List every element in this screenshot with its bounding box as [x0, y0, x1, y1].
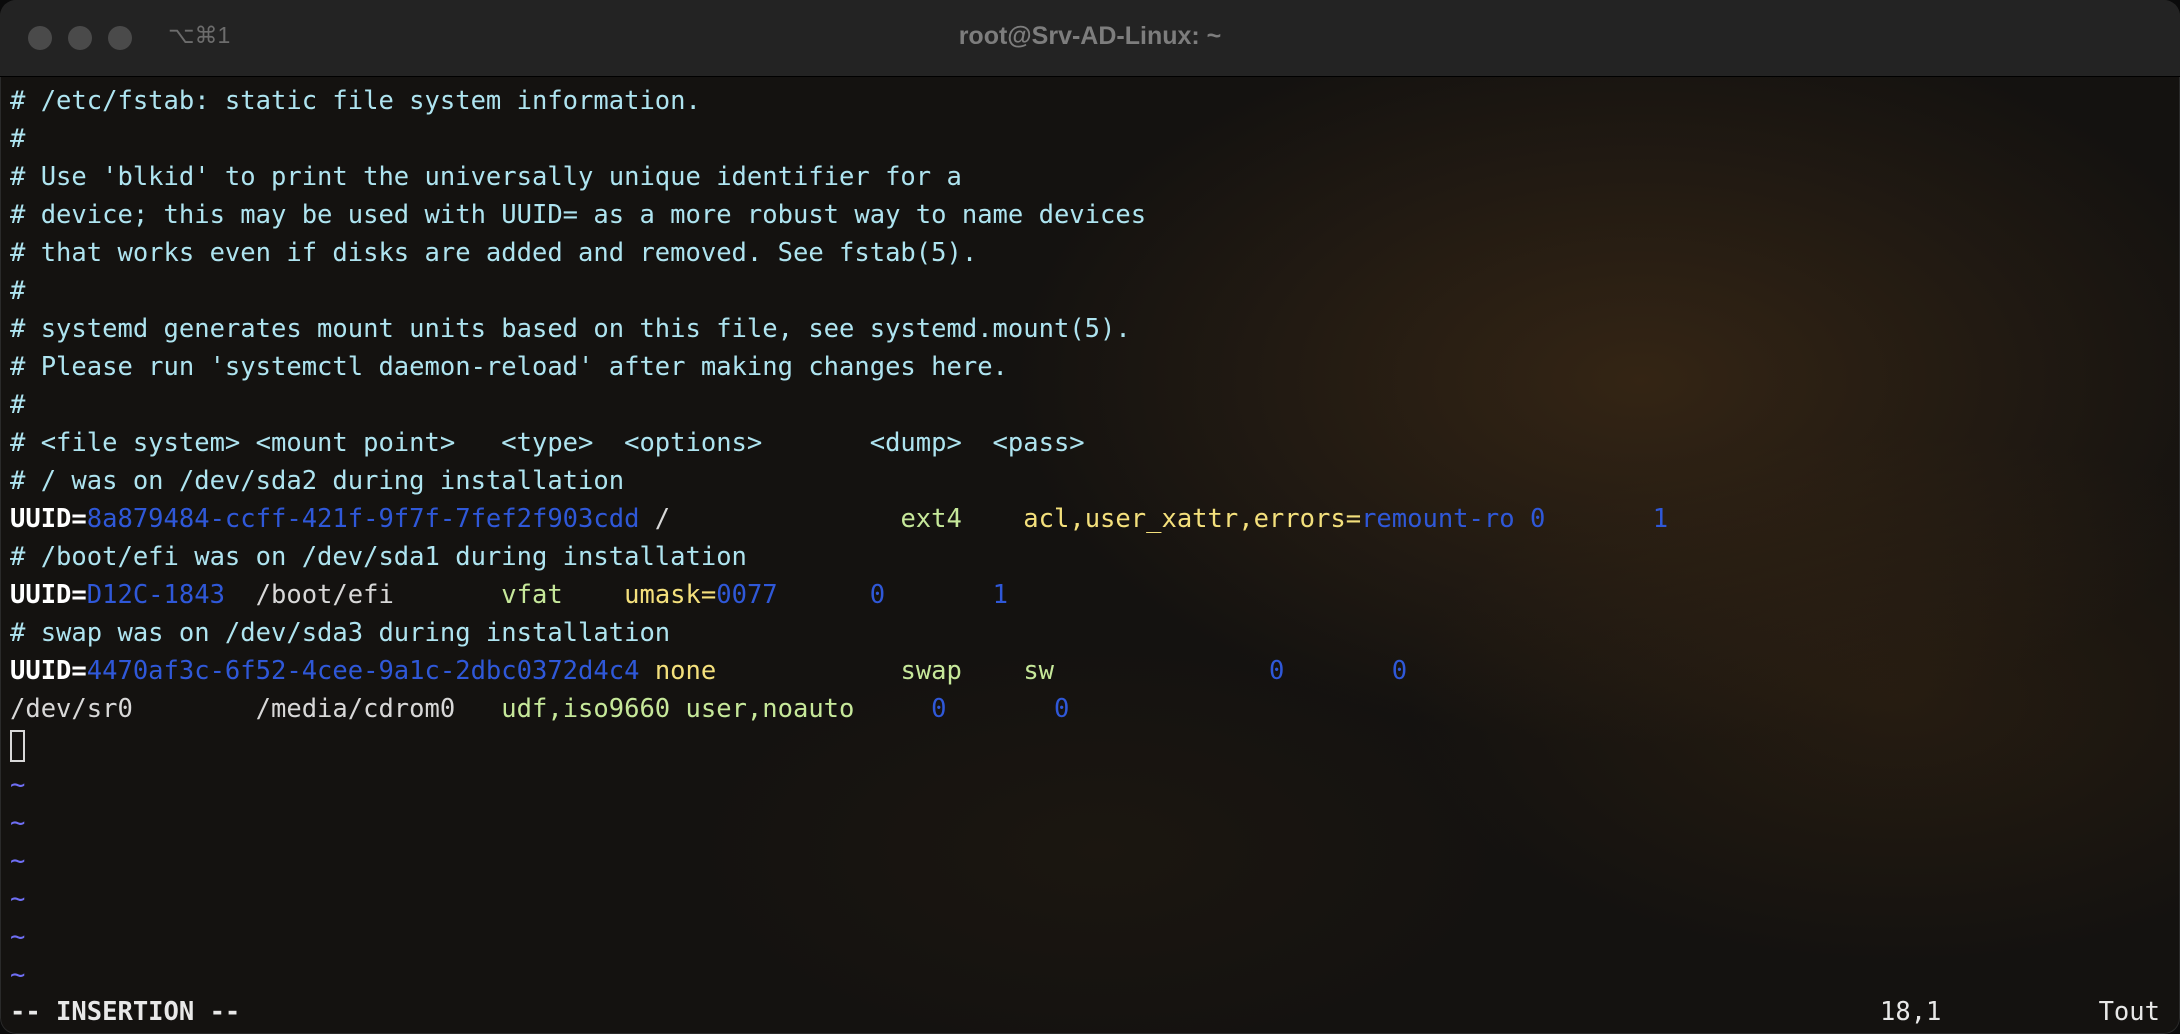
tilde-glyph: ~ — [10, 960, 26, 990]
title-bar: ⌥⌘1 root@Srv-AD-Linux: ~ — [0, 0, 2180, 77]
comment-line: # — [10, 120, 2180, 158]
syntax-token: UUID= — [10, 504, 87, 534]
syntax-token: ext4 — [900, 504, 962, 534]
comment-text: # — [10, 124, 26, 154]
tilde-glyph: ~ — [10, 922, 26, 952]
comment-line: # Please run 'systemctl daemon-reload' a… — [10, 348, 2180, 386]
comment-line: # Use 'blkid' to print the universally u… — [10, 158, 2180, 196]
comment-text: # device; this may be used with UUID= as… — [10, 200, 1147, 230]
syntax-token: 0077 0 1 — [716, 580, 1008, 610]
syntax-token: remount-ro 0 1 — [1361, 504, 1669, 534]
comment-line: # — [10, 386, 2180, 424]
comment-line: # — [10, 272, 2180, 310]
tilde-glyph: ~ — [10, 846, 26, 876]
mode-indicator: -- INSERTION -- — [10, 997, 241, 1027]
terminal-window: ⌥⌘1 root@Srv-AD-Linux: ~ # /etc/fstab: s… — [0, 0, 2180, 1034]
syntax-token — [962, 656, 1023, 686]
syntax-token — [962, 504, 1023, 534]
syntax-token: /dev/sr0 /media/cdrom0 — [10, 694, 502, 724]
comment-line: # /etc/fstab: static file system informa… — [10, 82, 2180, 120]
syntax-token: sw — [1023, 656, 1055, 686]
fstab-entry-line: /dev/sr0 /media/cdrom0 udf,iso9660 user,… — [10, 690, 2180, 728]
syntax-token: / — [639, 504, 901, 534]
comment-text: # / was on /dev/sda2 during installation — [10, 466, 625, 496]
syntax-token: none — [654, 656, 717, 686]
tilde-glyph: ~ — [10, 770, 26, 800]
text-cursor — [10, 730, 25, 762]
syntax-token: UUID= — [10, 580, 87, 610]
syntax-token: swap — [900, 656, 962, 686]
syntax-token — [716, 656, 900, 686]
comment-text: # /boot/efi was on /dev/sda1 during inst… — [10, 542, 747, 572]
comment-line: # /boot/efi was on /dev/sda1 during inst… — [10, 538, 2180, 576]
syntax-token: acl,user_xattr,errors= — [1023, 504, 1362, 534]
comment-text: # Please run 'systemctl daemon-reload' a… — [10, 352, 1008, 382]
fstab-entry-line: UUID=4470af3c-6f52-4cee-9a1c-2dbc0372d4c… — [10, 652, 2180, 690]
syntax-token: 4470af3c-6f52-4cee-9a1c-2dbc0372d4c4 — [86, 656, 640, 686]
comment-text: # — [10, 276, 26, 306]
comment-text: # swap was on /dev/sda3 during installat… — [10, 618, 671, 648]
comment-text: # systemd generates mount units based on… — [10, 314, 1131, 344]
scroll-position: Tout — [2098, 997, 2160, 1027]
fstab-entry-line: UUID=8a879484-ccff-421f-9f7f-7fef2f903cd… — [10, 500, 2180, 538]
empty-line-marker: ~ — [10, 918, 2180, 956]
comment-text: # that works even if disks are added and… — [10, 238, 978, 268]
comment-line: # device; this may be used with UUID= as… — [10, 196, 2180, 234]
syntax-token: umask= — [624, 580, 717, 610]
syntax-token: vfat — [501, 580, 563, 610]
cursor-position: 18,1 — [1880, 997, 1942, 1027]
syntax-token: D12C-1843 — [86, 580, 225, 610]
comment-line: # that works even if disks are added and… — [10, 234, 2180, 272]
comment-line: # <file system> <mount point> <type> <op… — [10, 424, 2180, 462]
cursor-line — [10, 728, 2180, 766]
empty-line-marker: ~ — [10, 956, 2180, 994]
syntax-token — [639, 656, 654, 686]
syntax-token: 0 0 — [854, 694, 1070, 724]
comment-text: # <file system> <mount point> <type> <op… — [10, 428, 1085, 458]
comment-text: # /etc/fstab: static file system informa… — [10, 86, 701, 116]
syntax-token: 8a879484-ccff-421f-9f7f-7fef2f903cdd — [86, 504, 640, 534]
comment-line: # systemd generates mount units based on… — [10, 310, 2180, 348]
tilde-glyph: ~ — [10, 808, 26, 838]
syntax-token: udf,iso9660 user,noauto — [501, 694, 855, 724]
comment-text: # — [10, 390, 26, 420]
empty-line-marker: ~ — [10, 880, 2180, 918]
syntax-token: /boot/efi — [224, 580, 502, 610]
comment-line: # swap was on /dev/sda3 during installat… — [10, 614, 2180, 652]
empty-line-marker: ~ — [10, 766, 2180, 804]
tilde-glyph: ~ — [10, 884, 26, 914]
window-title: root@Srv-AD-Linux: ~ — [958, 22, 1222, 50]
empty-line-marker: ~ — [10, 842, 2180, 880]
fstab-entry-line: UUID=D12C-1843 /boot/efi vfat umask=0077… — [10, 576, 2180, 614]
comment-text: # Use 'blkid' to print the universally u… — [10, 162, 962, 192]
empty-line-marker: ~ — [10, 804, 2180, 842]
comment-line: # / was on /dev/sda2 during installation — [10, 462, 2180, 500]
syntax-token: UUID= — [10, 656, 87, 686]
vim-status-line: -- INSERTION -- 18,1 Tout — [10, 993, 2170, 1031]
vim-editor-buffer[interactable]: # /etc/fstab: static file system informa… — [10, 82, 2180, 994]
syntax-token: 0 0 — [1054, 656, 1408, 686]
syntax-token — [563, 580, 624, 610]
